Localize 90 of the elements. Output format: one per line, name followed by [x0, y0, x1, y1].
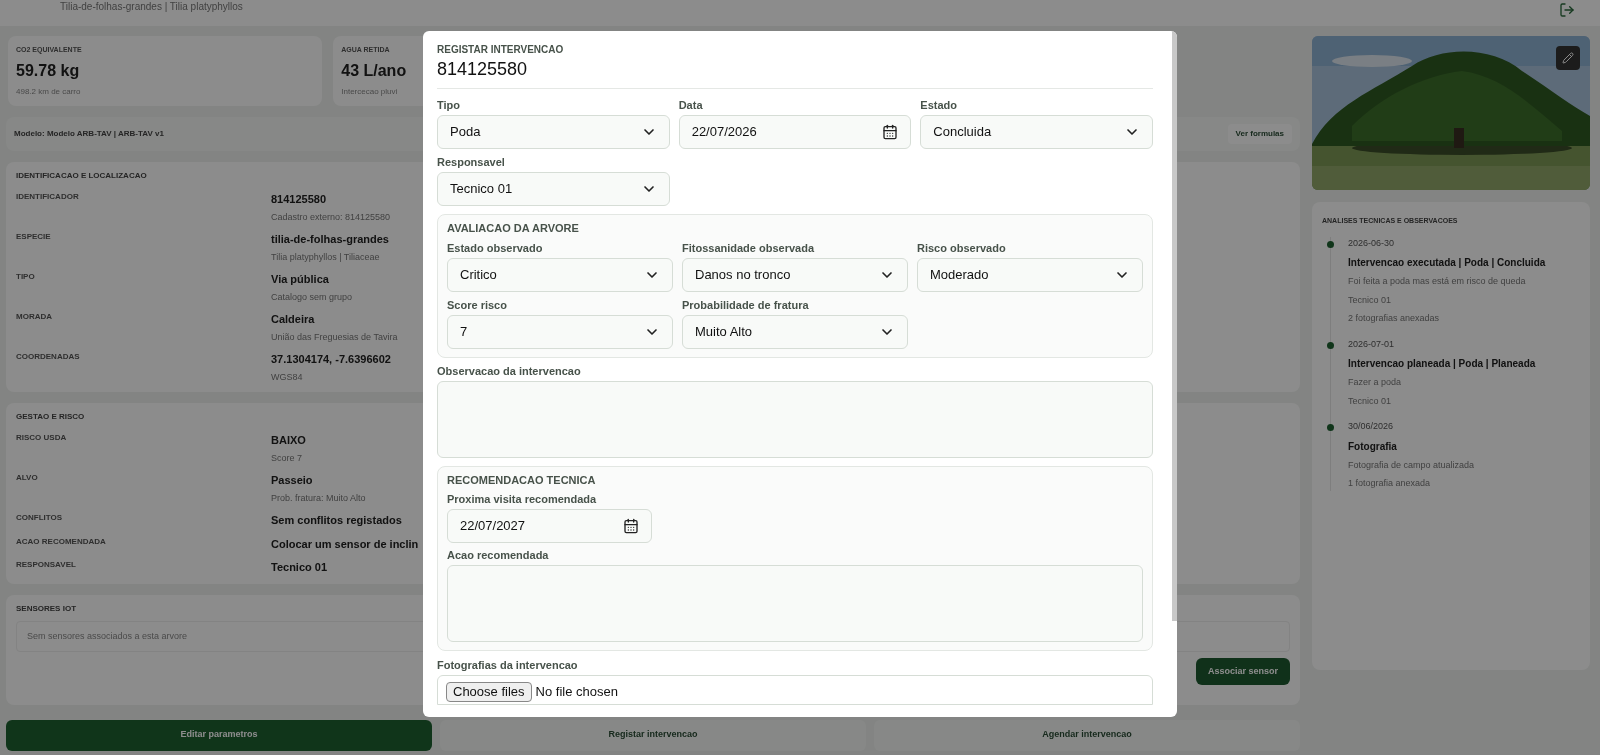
- select-field[interactable]: Poda: [437, 115, 670, 149]
- metric-value: 59.78 kg: [16, 60, 80, 81]
- date-field[interactable]: 22/07/2027: [447, 509, 652, 543]
- row-label: CONFLITOS: [16, 512, 64, 524]
- row-value: 814125580: [271, 192, 328, 207]
- entry-title: Fotografia: [1348, 439, 1398, 454]
- row-value: Caldeira: [271, 312, 316, 327]
- metric-value: 43 L/ano: [341, 60, 407, 81]
- row-label: MORADA: [16, 311, 53, 323]
- row-value: Sem conflitos registados: [271, 513, 402, 528]
- entry-date: 2026-06-30: [1348, 236, 1396, 250]
- modal-kicker: REGISTAR INTERVENCAO: [437, 44, 564, 56]
- row-value: Colocar um sensor de inclin: [271, 536, 419, 552]
- associate-sensor-button[interactable]: Associar sensor: [1195, 658, 1290, 685]
- select-field[interactable]: Moderado: [917, 258, 1143, 292]
- field-label: Fitossanidade observada: [682, 242, 815, 255]
- row-value: BAIXO: [271, 433, 306, 448]
- text-area[interactable]: [447, 565, 1143, 642]
- field-label: Fotografias da intervencao: [437, 659, 578, 672]
- field-label: Tipo: [437, 99, 460, 112]
- row-note: Cadastro externo: 814125580: [271, 210, 391, 224]
- row-note: Score 7: [271, 451, 304, 465]
- entry-line: Tecnico 01: [1348, 293, 1393, 307]
- section-title: RECOMENDACAO TECNICA: [447, 474, 596, 487]
- calendar-icon: [623, 518, 639, 534]
- section-title: AVALIACAO DA ARVORE: [447, 222, 579, 235]
- row-value: Passeio: [271, 473, 314, 488]
- row-note: WGS84: [271, 370, 304, 384]
- row-label: ESPECIE: [16, 231, 52, 243]
- field-label: Proxima visita recomendada: [447, 493, 597, 506]
- row-note: Tilia platyphyllos | Tiliaceae: [271, 250, 381, 264]
- entry-line: Foi feita a poda mas está em risco de queda: [1348, 275, 1527, 288]
- select-field[interactable]: Concluida: [920, 115, 1153, 149]
- action-button[interactable]: Editar parametros: [6, 719, 432, 751]
- choose-files-button[interactable]: Choose files: [446, 682, 532, 702]
- field-label: Observacao da intervencao: [437, 365, 581, 378]
- action-button[interactable]: Agendar intervencao: [874, 719, 1300, 751]
- row-label: ALVO: [16, 472, 39, 484]
- pencil-icon: [1562, 52, 1574, 64]
- model-text: Modelo: Modelo ARB-TAV | ARB-TAV v1: [14, 128, 164, 140]
- card-title: SENSORES IOT: [16, 602, 76, 615]
- entry-title: Intervencao planeada | Poda | Planeada: [1348, 357, 1537, 371]
- select-field[interactable]: 7: [447, 315, 673, 349]
- row-label: ACAO RECOMENDADA: [16, 535, 107, 548]
- entry-line: Tecnico 01: [1348, 394, 1393, 408]
- calendar-icon: [882, 124, 899, 140]
- select-field[interactable]: Tecnico 01: [437, 172, 670, 206]
- field-label: Risco observado: [917, 242, 1006, 255]
- field-label: Score risco: [447, 299, 507, 312]
- field-label: Probabilidade de fratura: [682, 299, 809, 312]
- row-label: IDENTIFICADOR: [16, 191, 80, 203]
- card-title: GESTAO E RISCO: [16, 411, 85, 423]
- field-label: Estado observado: [447, 242, 543, 255]
- page-subtitle: Tilia-de-folhas-grandes | Tilia platyphyllos: [60, 2, 243, 14]
- row-label: TIPO: [16, 271, 36, 283]
- date-field[interactable]: 22/07/2026: [678, 115, 912, 149]
- action-button[interactable]: Registar intervencao: [440, 719, 866, 751]
- field-label: Responsavel: [437, 156, 505, 169]
- row-note: Prob. fratura: Muito Alto: [271, 491, 366, 505]
- entry-date: 30/06/2026: [1348, 420, 1395, 433]
- select-field[interactable]: Muito Alto: [682, 315, 908, 349]
- modal-title: 814125580: [437, 58, 528, 80]
- field-label: Acao recomendada: [447, 549, 549, 562]
- field-label: Estado: [920, 99, 957, 112]
- formulas-button[interactable]: Ver formulas: [1227, 124, 1292, 144]
- row-label: RISCO USDA: [16, 432, 68, 444]
- row-value: Via pública: [271, 272, 330, 287]
- card-title: IDENTIFICACAO E LOCALIZACAO: [16, 170, 147, 182]
- field-label: Data: [678, 99, 703, 112]
- row-label: COORDENADAS: [16, 351, 81, 363]
- row-label: RESPONSAVEL: [16, 559, 77, 571]
- select-field[interactable]: Critico: [447, 258, 673, 292]
- entry-line: 1 fotografia anexada: [1348, 477, 1432, 490]
- entry-line: Fazer a poda: [1348, 376, 1403, 389]
- file-field[interactable]: Choose files No file chosen: [437, 675, 1153, 705]
- entry-line: 2 fotografias anexadas: [1348, 312, 1441, 325]
- row-value: tilia-de-folhas-grandes: [271, 232, 389, 247]
- edit-photo-button[interactable]: [1556, 46, 1580, 70]
- row-value: 37.1304174, -7.6396602: [271, 352, 391, 367]
- entry-line: Fotografia de campo atualizada: [1348, 458, 1476, 472]
- file-status: No file chosen: [535, 683, 618, 701]
- logout-icon[interactable]: [1559, 2, 1575, 18]
- observation-textarea[interactable]: [437, 381, 1153, 458]
- row-note: União das Freguesias de Tavira: [271, 330, 398, 344]
- row-note: Catalogo sem grupo: [271, 290, 353, 304]
- scrollbar[interactable]: [1172, 31, 1177, 621]
- select-field[interactable]: Danos no tronco: [682, 258, 908, 292]
- row-value: Tecnico 01: [271, 560, 328, 575]
- entry-date: 2026-07-01: [1348, 337, 1396, 351]
- entry-title: Intervencao executada | Poda | Concluida: [1348, 256, 1547, 270]
